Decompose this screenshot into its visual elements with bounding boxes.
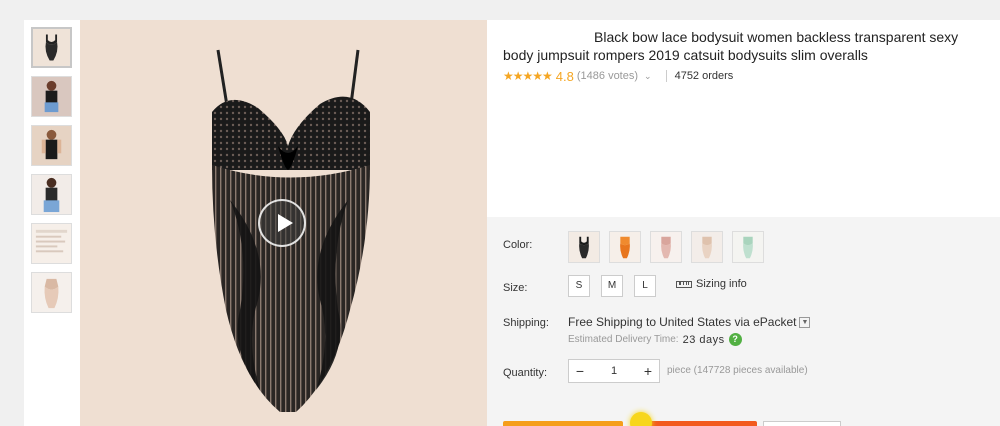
- delivery-label: Estimated Delivery Time:: [568, 334, 679, 345]
- delivery-days: 23 days: [682, 333, 725, 346]
- orders-count: 4752 orders: [674, 70, 734, 82]
- product-title: Black bow lace bodysuit women backless t…: [503, 29, 959, 63]
- product-card: Black bow lace bodysuit women backless t…: [24, 20, 1000, 426]
- star-rating-icon: ★★★★★: [503, 69, 553, 83]
- chevron-down-icon[interactable]: ▼: [799, 316, 811, 328]
- sizing-info-label: Sizing info: [696, 278, 747, 290]
- main-product-image[interactable]: [80, 20, 487, 426]
- buy-now-button[interactable]: [503, 421, 623, 426]
- sizing-info-link[interactable]: Sizing info: [676, 278, 747, 290]
- add-to-cart-button[interactable]: [637, 421, 757, 426]
- size-option-l[interactable]: L: [634, 275, 656, 297]
- color-label: Color:: [503, 239, 533, 251]
- chevron-down-icon[interactable]: ⌄: [644, 71, 652, 82]
- product-page: Black bow lace bodysuit women backless t…: [0, 0, 1000, 426]
- play-video-button[interactable]: [258, 199, 306, 247]
- rating-value: 4.8: [555, 68, 574, 84]
- wishlist-button[interactable]: [763, 421, 841, 426]
- thumbnail-2[interactable]: [31, 76, 72, 117]
- ruler-icon: [676, 280, 692, 288]
- quantity-input[interactable]: 1: [591, 365, 637, 377]
- color-swatch-nude[interactable]: [691, 231, 723, 263]
- thumbnail-5[interactable]: [31, 223, 72, 264]
- pieces-available: piece (147728 pieces available): [667, 365, 808, 376]
- thumbnail-3[interactable]: [31, 125, 72, 166]
- size-option-m[interactable]: M: [601, 275, 623, 297]
- color-swatch-mint[interactable]: [732, 231, 764, 263]
- thumbnail-1[interactable]: [31, 27, 72, 68]
- color-swatch-orange[interactable]: [609, 231, 641, 263]
- product-specs: Color: Size: S M L Sizing info Shipping:…: [487, 217, 1000, 426]
- thumbnail-4[interactable]: [31, 174, 72, 215]
- size-label: Size:: [503, 282, 528, 294]
- quantity-stepper: − 1 +: [568, 359, 660, 383]
- votes-count[interactable]: (1486 votes): [577, 70, 638, 82]
- delivery-estimate: Estimated Delivery Time: 23 days ?: [568, 333, 742, 346]
- size-option-s[interactable]: S: [568, 275, 590, 297]
- product-info: Black bow lace bodysuit women backless t…: [487, 20, 1000, 426]
- color-swatch-black[interactable]: [568, 231, 600, 263]
- quantity-label: Quantity:: [503, 367, 548, 379]
- thumbnail-list: [24, 20, 79, 426]
- shipping-label: Shipping:: [503, 317, 549, 329]
- color-swatch-pink[interactable]: [650, 231, 682, 263]
- divider: [665, 70, 667, 82]
- free-shipping-text: Free Shipping to: [568, 315, 657, 329]
- thumbnail-6[interactable]: [31, 272, 72, 313]
- quantity-decrease-button[interactable]: −: [569, 360, 591, 382]
- rating-bar: ★★★★★ 4.8 (1486 votes) ⌄ 4752 orders: [503, 68, 733, 84]
- help-icon[interactable]: ?: [728, 333, 742, 346]
- shipping-destination[interactable]: United States via ePacket: [659, 315, 796, 329]
- shipping-info: Free Shipping to United States via ePack…: [568, 315, 811, 329]
- quantity-increase-button[interactable]: +: [637, 360, 659, 382]
